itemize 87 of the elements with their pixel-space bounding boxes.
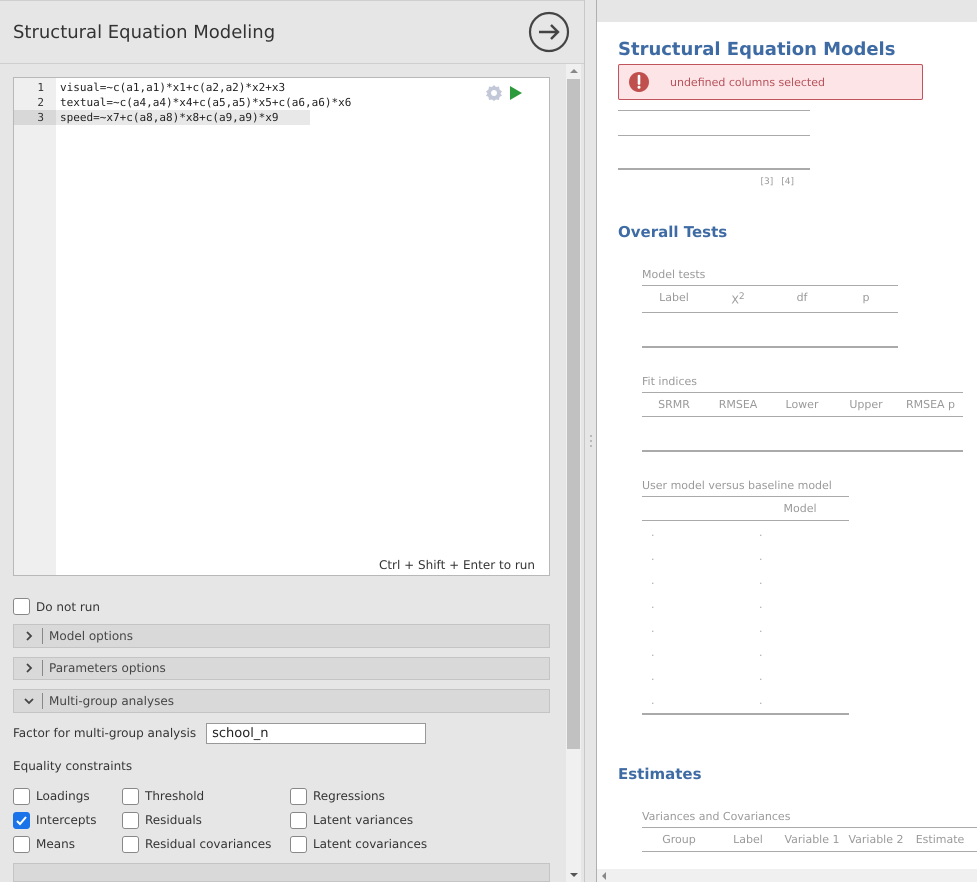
table-cell: . <box>759 526 762 539</box>
checkbox-label: Threshold <box>145 789 204 804</box>
chevron-icon <box>24 663 34 674</box>
column-header: Upper <box>848 396 884 413</box>
checkbox-label: Regressions <box>313 789 385 804</box>
checkbox-label: Latent covariances <box>313 837 428 852</box>
code-line: textual=~c(a4,a4)*x4+c(a5,a5)*x5+c(a6,a6)*x6 <box>59 95 352 110</box>
column-header: SRMR <box>657 396 691 413</box>
error-icon <box>628 71 650 93</box>
checkbox-label: Latent variances <box>313 813 414 828</box>
checkbox[interactable] <box>122 788 139 805</box>
panel-title: Structural Equation Modeling <box>13 22 276 42</box>
table-cell: . <box>651 526 654 539</box>
table-cell: . <box>651 670 654 683</box>
scrollbar[interactable] <box>597 869 977 882</box>
results-title: Structural Equation Models <box>618 39 896 60</box>
table-title: Variances and Covariances <box>642 810 792 825</box>
table-cell: . <box>759 622 762 635</box>
column-header: df <box>796 290 809 306</box>
table-cell: . <box>759 646 762 659</box>
line-number: 2 <box>36 95 45 110</box>
checkbox[interactable] <box>13 812 30 829</box>
checkbox[interactable] <box>13 836 30 853</box>
line-number: 1 <box>36 80 45 95</box>
footnote-ref: [3] <box>760 177 774 187</box>
section-header[interactable]: Model options <box>13 624 550 648</box>
code-editor[interactable]: 1 2 3 visual=~c(a1,a1)*x1+c(a2,a2)*x2+x3 textual=~c(a4,a4)*x4+c(a5,a5)*x5+c(a6,a6)*x6 speed=~x7+c(a8,a8)*x8+c(a9,a9)*x9 Ctrl + Shift + Enter to run <box>13 77 550 576</box>
table-cell: . <box>651 574 654 587</box>
table-cell: . <box>651 622 654 635</box>
column-header: Lower <box>784 396 820 413</box>
checkbox[interactable] <box>290 836 307 853</box>
column-header: Variable 2 <box>847 832 905 848</box>
section-header[interactable]: Multi-group analyses <box>13 689 550 713</box>
column-header: Label <box>658 290 690 306</box>
field-label: Factor for multi-group analysis <box>13 726 196 740</box>
run-hint: Ctrl + Shift + Enter to run <box>378 558 535 572</box>
line-number: 3 <box>14 110 56 125</box>
checkbox[interactable] <box>122 812 139 829</box>
table-title: Model tests <box>642 268 706 283</box>
checkbox-label: Loadings <box>36 789 90 804</box>
scroll-up-icon[interactable] <box>568 67 578 75</box>
scrollbar[interactable] <box>566 64 581 882</box>
splitter-handle-icon[interactable] <box>588 434 592 448</box>
error-message: undefined columns selected <box>670 76 825 88</box>
checkbox[interactable] <box>13 788 30 805</box>
column-header: p <box>862 290 870 306</box>
column-header: Variable 1 <box>783 832 841 848</box>
column-header: Group <box>661 832 697 848</box>
chevron-icon <box>24 696 34 706</box>
checkbox-label: Intercepts <box>36 813 96 828</box>
section-heading: Overall Tests <box>618 223 728 241</box>
checkbox-label: Residuals <box>145 813 202 828</box>
footnote-ref: [4] <box>781 177 794 187</box>
chevron-icon <box>24 630 34 641</box>
table-title: Fit indices <box>642 374 698 390</box>
column-header: Label <box>732 832 764 848</box>
table-cell: . <box>759 694 762 707</box>
checkbox-label: Do not run <box>36 600 100 614</box>
checkbox[interactable] <box>122 836 139 853</box>
scroll-left-icon[interactable] <box>602 872 607 880</box>
table-cell: . <box>759 598 762 611</box>
column-header: X$^{2}$ <box>730 290 746 309</box>
checkbox-label: Residual covariances <box>145 837 272 852</box>
checkbox[interactable] <box>13 598 30 615</box>
play-icon[interactable] <box>509 85 523 101</box>
table-cell: . <box>759 670 762 683</box>
scroll-down-icon[interactable] <box>568 871 578 879</box>
checkbox-label: Means <box>36 837 75 852</box>
table-cell: . <box>651 646 654 659</box>
table-cell: . <box>759 550 762 563</box>
factor-field[interactable]: school_n <box>206 722 426 744</box>
section-heading: Estimates <box>618 764 703 783</box>
column-header: Estimate <box>914 832 966 848</box>
column-header: RMSEA p <box>904 396 956 413</box>
column-header: RMSEA <box>718 396 758 413</box>
column-header: Model <box>782 500 818 517</box>
checkbox[interactable] <box>290 812 307 829</box>
section-header[interactable]: Parameters options <box>13 656 550 680</box>
checkbox[interactable] <box>290 788 307 805</box>
arrow-circle-icon[interactable] <box>528 11 570 53</box>
table-cell: . <box>651 550 654 563</box>
code-line: visual=~c(a1,a1)*x1+c(a2,a2)*x2+x3 <box>59 80 286 95</box>
table-cell: . <box>759 574 762 587</box>
table-title: User model versus baseline model <box>642 478 833 494</box>
group-label: Equality constraints <box>13 758 134 773</box>
table-cell: . <box>651 598 654 611</box>
table-cell: . <box>651 694 654 707</box>
